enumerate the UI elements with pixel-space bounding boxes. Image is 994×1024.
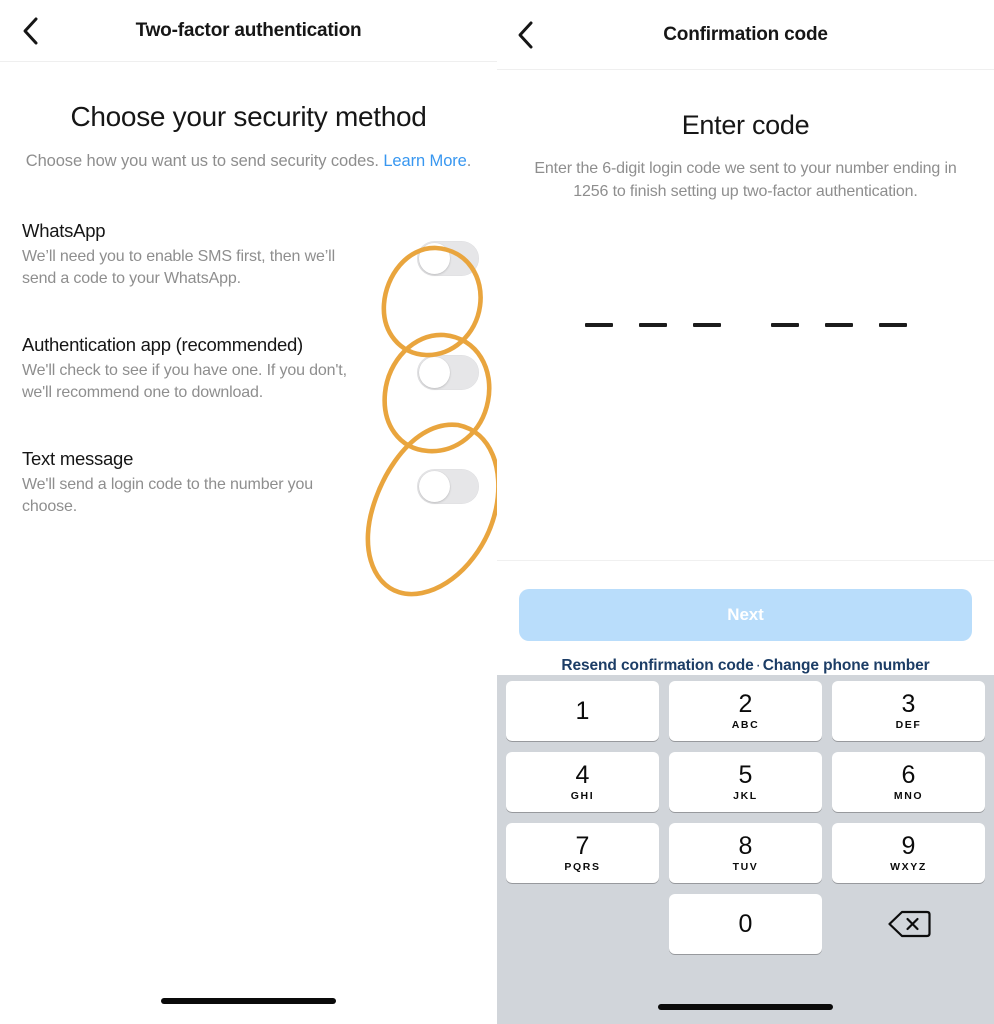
key-5-letters: JKL <box>733 789 758 802</box>
code-slot-1[interactable] <box>584 323 613 328</box>
code-slot-3[interactable] <box>692 323 721 328</box>
chevron-left-icon <box>518 21 533 48</box>
key-2[interactable]: 2 ABC <box>669 681 822 741</box>
right-page-title: Confirmation code <box>663 23 828 45</box>
key-5[interactable]: 5 JKL <box>669 752 822 812</box>
key-6-letters: MNO <box>893 789 924 802</box>
back-button-left[interactable] <box>10 11 50 51</box>
code-entry-area <box>497 265 994 385</box>
left-header-block: Choose your security method Choose how y… <box>0 62 497 173</box>
toggle-knob-whatsapp <box>419 243 450 275</box>
option-text-whatsapp: WhatsApp We’ll need you to enable SMS fi… <box>22 219 411 290</box>
key-2-letters: ABC <box>731 718 760 731</box>
learn-more-link[interactable]: Learn More <box>383 152 466 170</box>
numeric-keypad: 1 2 ABC 3 DEF 4 GHI 5 JKL 6 MNO 7 PQRS 8… <box>497 675 994 1024</box>
two-factor-authentication-panel: Two-factor authentication Choose your se… <box>0 0 497 1024</box>
toggle-authentication-app[interactable] <box>417 355 479 391</box>
key-0-number: 0 <box>738 909 753 938</box>
option-description-authentication-app: We'll check to see if you have one. If y… <box>22 361 347 401</box>
key-1-number: 1 <box>575 696 590 725</box>
back-button-right[interactable] <box>505 15 545 55</box>
left-navbar: Two-factor authentication <box>0 0 497 62</box>
toggle-wrap-text-message <box>411 447 485 505</box>
home-indicator-left-wrap <box>0 998 497 1004</box>
confirmation-code-panel: Confirmation code Enter code Enter the 6… <box>497 0 994 1024</box>
toggle-knob-authentication-app <box>419 357 450 389</box>
link-separator: · <box>755 657 761 674</box>
key-9-letters: WXYZ <box>890 860 927 873</box>
key-8-letters: TUV <box>732 860 759 873</box>
security-options-list: WhatsApp We’ll need you to enable SMS fi… <box>0 219 497 523</box>
left-page-title: Two-factor authentication <box>135 19 362 41</box>
option-text-authentication-app: Authentication app (recommended) We'll c… <box>22 333 411 404</box>
key-4-letters: GHI <box>570 789 595 802</box>
option-title-whatsapp: WhatsApp <box>22 220 106 242</box>
keypad-row-3: 7 PQRS 8 TUV 9 WXYZ <box>501 823 990 894</box>
key-6[interactable]: 6 MNO <box>832 752 985 812</box>
backspace-delete-icon <box>887 910 931 938</box>
left-subtext-line: Choose how you want us to send security … <box>25 151 379 170</box>
app-screen: Two-factor authentication Choose your se… <box>0 0 994 1024</box>
toggle-text-message[interactable] <box>417 469 479 505</box>
key-7[interactable]: 7 PQRS <box>506 823 659 883</box>
left-subtext: Choose how you want us to send security … <box>22 150 475 173</box>
code-slot-6[interactable] <box>878 323 907 328</box>
key-0[interactable]: 0 <box>669 894 822 954</box>
right-navbar: Confirmation code <box>497 0 994 70</box>
keypad-row-4: 0 <box>501 894 990 965</box>
option-text-text-message: Text message We'll send a login code to … <box>22 447 411 518</box>
code-input[interactable] <box>572 323 920 328</box>
secondary-links-row: Resend confirmation code · Change phone nu… <box>519 657 972 675</box>
key-8-number: 8 <box>738 831 753 860</box>
key-3-number: 3 <box>901 689 916 718</box>
enter-code-subtext: Enter the 6-digit login code we sent to … <box>534 160 957 201</box>
choose-security-method-heading: Choose your security method <box>70 101 427 132</box>
toggle-whatsapp[interactable] <box>417 241 479 277</box>
keypad-row-2: 4 GHI 5 JKL 6 MNO <box>501 752 990 823</box>
keypad-row-1: 1 2 ABC 3 DEF <box>501 681 990 752</box>
resend-confirmation-code-link[interactable]: Resend confirmation code <box>561 657 753 674</box>
key-delete[interactable] <box>832 894 985 954</box>
key-5-number: 5 <box>738 760 753 789</box>
key-4-number: 4 <box>575 760 590 789</box>
right-spacer <box>497 385 994 560</box>
key-9[interactable]: 9 WXYZ <box>832 823 985 883</box>
chevron-left-icon <box>23 17 38 44</box>
home-indicator-right-wrap <box>501 990 990 1024</box>
learn-more-period: . <box>466 151 472 170</box>
home-indicator-left <box>161 998 336 1004</box>
option-title-authentication-app: Authentication app (recommended) <box>22 334 303 356</box>
option-row-authentication-app[interactable]: Authentication app (recommended) We'll c… <box>0 333 497 409</box>
next-button[interactable]: Next <box>519 589 972 641</box>
code-slot-2[interactable] <box>638 323 667 328</box>
code-slot-4[interactable] <box>770 323 799 328</box>
option-description-text-message: We'll send a login code to the number yo… <box>22 475 314 515</box>
right-header-block: Enter code Enter the 6-digit login code … <box>497 70 994 203</box>
toggle-wrap-authentication-app <box>411 333 485 391</box>
key-1[interactable]: 1 <box>506 681 659 741</box>
toggle-wrap-whatsapp <box>411 219 485 277</box>
key-7-letters: PQRS <box>564 860 601 873</box>
key-4[interactable]: 4 GHI <box>506 752 659 812</box>
keypad-blank-left <box>506 894 659 954</box>
toggle-knob-text-message <box>419 471 450 503</box>
key-3-letters: DEF <box>895 718 922 731</box>
change-phone-number-link[interactable]: Change phone number <box>763 657 930 674</box>
enter-code-heading: Enter code <box>681 110 810 140</box>
home-indicator-right <box>658 1004 833 1010</box>
code-slot-5[interactable] <box>824 323 853 328</box>
option-row-text-message[interactable]: Text message We'll send a login code to … <box>0 447 497 523</box>
option-row-whatsapp[interactable]: WhatsApp We’ll need you to enable SMS fi… <box>0 219 497 295</box>
key-9-number: 9 <box>901 831 916 860</box>
action-block: Next Resend confirmation code · Change pho… <box>497 560 994 675</box>
key-2-number: 2 <box>738 689 753 718</box>
key-3[interactable]: 3 DEF <box>832 681 985 741</box>
key-6-number: 6 <box>901 760 916 789</box>
key-7-number: 7 <box>575 831 590 860</box>
option-description-whatsapp: We’ll need you to enable SMS first, then… <box>22 247 335 287</box>
key-8[interactable]: 8 TUV <box>669 823 822 883</box>
option-title-text-message: Text message <box>22 448 134 470</box>
